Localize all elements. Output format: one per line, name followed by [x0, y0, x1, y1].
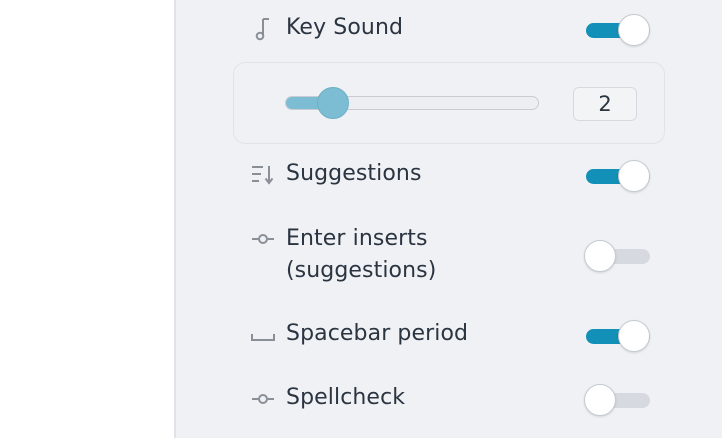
commit-icon [250, 226, 276, 252]
toggle-knob [618, 160, 650, 192]
key-sound-volume-card: 2 [233, 62, 665, 144]
setting-label-spellcheck: Spellcheck [286, 385, 406, 410]
setting-label-key-sound: Key Sound [286, 15, 404, 40]
spacebar-period-toggle[interactable] [586, 320, 650, 352]
slider-thumb[interactable] [317, 87, 349, 119]
sort-down-icon [250, 162, 276, 188]
setting-row-spacebar-period: Spacebar period [250, 318, 652, 358]
key-sound-toggle[interactable] [586, 14, 650, 46]
setting-label-enter-inserts: Enter inserts [286, 226, 428, 251]
setting-label-suggestions: Suggestions [286, 161, 422, 186]
setting-row-enter-inserts: Enter inserts (suggestions) [250, 222, 652, 288]
setting-label-spacebar-period: Spacebar period [286, 321, 469, 346]
left-pane [0, 0, 174, 438]
enter-inserts-toggle[interactable] [584, 240, 650, 272]
setting-row-suggestions: Suggestions [250, 158, 652, 198]
spellcheck-toggle[interactable] [584, 384, 650, 416]
key-sound-volume-value[interactable]: 2 [573, 87, 637, 121]
space-bar-icon [250, 322, 276, 348]
setting-row-spellcheck: Spellcheck [250, 382, 652, 422]
music-note-icon [250, 16, 276, 42]
toggle-knob [618, 320, 650, 352]
toggle-knob [584, 240, 616, 272]
suggestions-toggle[interactable] [586, 160, 650, 192]
commit-icon [250, 386, 276, 412]
setting-label-enter-inserts-suffix: (suggestions) [286, 258, 437, 283]
setting-row-key-sound: Key Sound [250, 12, 652, 52]
toggle-knob [618, 14, 650, 46]
toggle-knob [584, 384, 616, 416]
